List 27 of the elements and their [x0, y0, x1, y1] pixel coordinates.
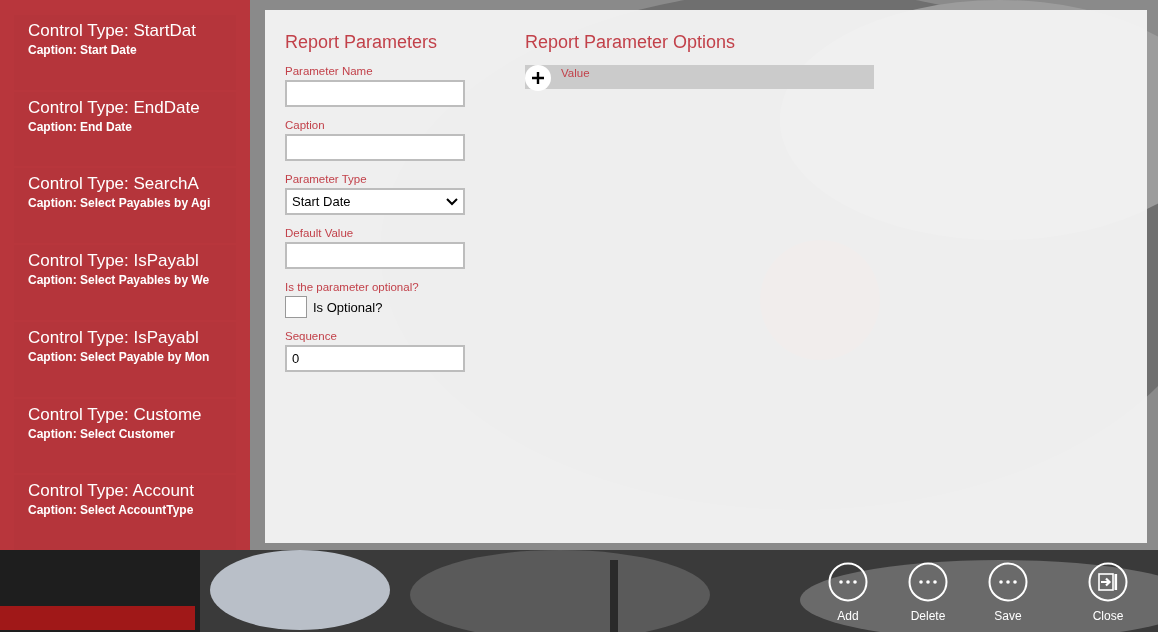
input-field[interactable]	[285, 134, 465, 161]
app-bar-button[interactable]: Close	[1068, 553, 1148, 623]
more-icon	[988, 562, 1028, 602]
field-label: Parameter Name	[285, 65, 374, 77]
app-bar-button[interactable]: Delete	[888, 553, 968, 623]
input-field[interactable]: 0	[285, 345, 465, 372]
add-button[interactable]	[525, 65, 551, 91]
input-field[interactable]	[285, 80, 465, 107]
input-field[interactable]	[285, 242, 465, 269]
app-bar-button[interactable]: Save	[968, 553, 1048, 623]
section-title: Report Parameters	[285, 32, 439, 53]
plus-icon	[530, 70, 546, 86]
more-icon	[908, 562, 948, 602]
section-title: Report Parameter Options	[525, 32, 737, 53]
field-label: Default Value	[285, 227, 355, 239]
checkbox[interactable]	[285, 296, 307, 318]
chevron-down-icon	[446, 197, 458, 206]
field-label: Caption	[285, 119, 326, 131]
field-label: Sequence	[285, 330, 338, 342]
field-label: Parameter Type	[285, 173, 368, 185]
more-icon	[828, 562, 868, 602]
app-bar-button[interactable]: Add	[808, 553, 888, 623]
column-header: Value	[561, 66, 590, 79]
field-label: Is the parameter optional?	[285, 281, 420, 293]
dropdown-field[interactable]: Start Date	[285, 188, 465, 215]
checkbox-label: Is Optional?	[313, 299, 383, 315]
close-icon	[1088, 562, 1128, 602]
